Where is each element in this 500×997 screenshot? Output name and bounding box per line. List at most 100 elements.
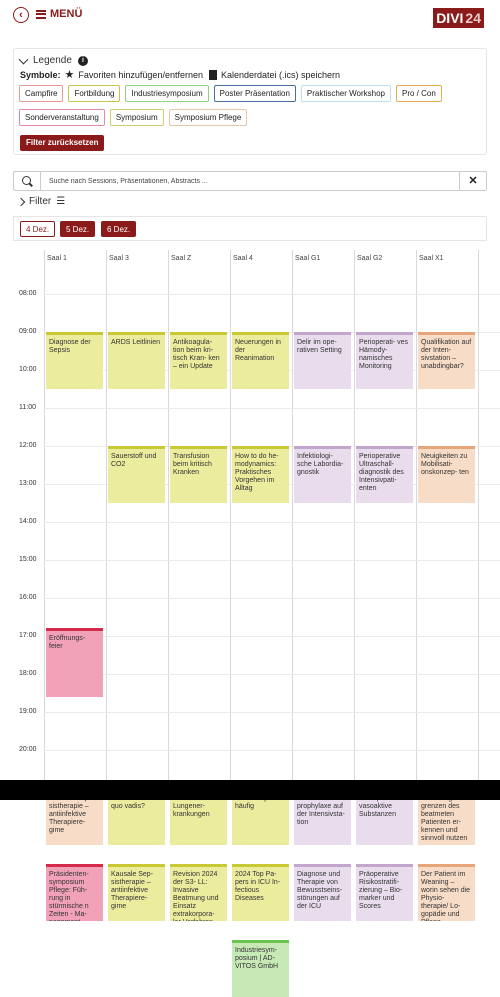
column-divider [44,250,45,780]
session-card[interactable]: Neuigkeiten zu Mobilisati- onskonzep- te… [418,446,475,503]
category-filter-symposium[interactable]: Symposium [109,109,164,126]
column-divider [230,250,231,780]
favorite-legend-text: Favoriten hinzufügen/entfernen [78,69,203,80]
room-header: Saal 1 [47,255,67,262]
search-bar: ✕ [13,171,487,191]
time-label: 17:00 [19,632,37,639]
session-card[interactable]: Qualifikation auf der Inten- sivstation … [418,332,475,389]
session-card[interactable]: 2024 Top Pa- pers in ICU In- fectious Di… [232,864,289,921]
room-header: Saal G1 [295,255,321,262]
chevron-down-icon [18,54,29,64]
hour-line [44,598,500,599]
category-filter-industriesymposium[interactable]: Industriesymposium [125,85,209,102]
info-icon[interactable]: i [77,55,88,66]
star-icon: ★ [64,69,75,81]
filter-label: Filter [29,196,52,207]
hour-line [44,750,500,751]
legend-title: Legende [33,55,72,66]
session-card[interactable]: Transfusion beim kritisch Kranken [170,446,227,503]
hamburger-icon [36,9,46,19]
legend-panel: Legende i Symbole: ★ Favoriten hinzufüge… [13,48,487,155]
hour-line [44,560,500,561]
time-label: 09:00 [19,328,37,335]
room-header: Saal Z [171,255,192,262]
time-label: 14:00 [19,518,37,525]
schedule-grid: Saal 1 Saal 3 Saal Z Saal 4 Saal G1 Saal G2 Sa… [0,250,500,997]
time-label: 15:00 [19,556,37,563]
session-card[interactable]: Der Patient im Weaning – worin sehen die… [418,864,475,921]
search-input[interactable] [41,172,459,190]
column-divider [292,250,293,780]
session-card[interactable]: Perioperative Ultraschall- diagnostik de… [356,446,413,503]
hour-line [44,636,500,637]
category-filter-pro-con[interactable]: Pro / Con [396,85,442,102]
logo-text: DIVI [433,8,466,28]
time-label: 20:00 [19,746,37,753]
category-filter-row-2: Sonderveranstaltung Symposium Symposium Pf… [19,109,248,126]
menu-button[interactable]: MENÜ [36,8,82,20]
session-card[interactable]: Delir im ope- rativen Setting [294,332,351,389]
session-card[interactable]: Eröffnungs- feier [46,628,103,697]
room-header: Saal X1 [419,255,444,262]
time-label: 11:00 [19,404,36,411]
session-card[interactable]: Präsidenten- symposium Pflege: Füh- rung… [46,864,103,921]
symbols-legend: Symbole: ★ Favoriten hinzufügen/entferne… [20,68,340,81]
column-divider [354,250,355,780]
session-card[interactable]: Neuerungen in der Reanimation [232,332,289,389]
session-card[interactable]: Revision 2024 der S3- LL: Invasive Beatm… [170,864,227,921]
hour-line [44,712,500,713]
legend-toggle[interactable]: Legende i [18,54,88,66]
day-selector: 4 Dez. 5 Dez. 6 Dez. [13,216,487,241]
day-tab-1[interactable]: 4 Dez. [20,221,56,237]
session-card[interactable]: Industriesym- posium | AD- VITOS GmbH [232,940,289,997]
session-card[interactable]: Diagnose der Sepsis [46,332,103,389]
session-card[interactable]: Perioperati- ves Hämody- namisches Monit… [356,332,413,389]
day-tab-3[interactable]: 6 Dez. [101,221,137,237]
top-bar: ‹ MENÜ DIVI 24 [0,0,500,34]
column-divider [478,250,479,780]
session-card[interactable]: Infektiologi- sche Labordia- gnostik [294,446,351,503]
back-icon[interactable]: ‹ [13,7,29,23]
time-label: 12:00 [19,442,37,449]
session-card[interactable]: How to do he- modynamics: Praktisches Vo… [232,446,289,503]
hour-line [44,408,500,409]
time-label: 13:00 [19,480,37,487]
session-card[interactable]: Antikoagula- tion beim kri- tisch Kran- … [170,332,227,389]
clear-search-icon[interactable]: ✕ [459,172,486,190]
reset-filter-button[interactable]: Filter zurücksetzen [20,135,105,151]
filter-toggle[interactable]: Filter ☰ [16,196,66,207]
room-header: Saal 3 [109,255,129,262]
menu-label: MENÜ [50,8,83,20]
category-filter-campfire[interactable]: Campfire [19,85,64,102]
room-header: Saal G2 [357,255,383,262]
calendar-legend-text: Kalenderdatei (.ics) speichern [220,69,341,80]
column-divider [106,250,107,780]
hour-line [44,522,500,523]
hour-line [44,294,500,295]
time-label: 10:00 [19,366,37,373]
sliders-icon: ☰ [56,196,66,207]
category-filter-fortbildung[interactable]: Fortbildung [68,85,121,102]
hour-line [44,674,500,675]
session-card[interactable]: ARDS Leitlinien [108,332,165,389]
logo-number: 24 [465,8,484,28]
time-label: 16:00 [19,594,37,601]
session-card[interactable]: Diagnose und Therapie von Bewusstseins- … [294,864,351,921]
chevron-right-icon [16,197,26,206]
category-filter-praktischer-workshop[interactable]: Praktischer Workshop [300,85,391,102]
room-header: Saal 4 [233,255,253,262]
time-label: 18:00 [19,670,37,677]
symbols-label: Symbole: [20,69,61,80]
column-divider [416,250,417,780]
divi24-logo[interactable]: DIVI 24 [433,8,484,28]
category-filter-row-1: Campfire Fortbildung Industriesymposium Pos… [19,85,442,102]
search-icon[interactable] [14,172,41,190]
session-card[interactable]: Präoperative Risikostratifi- zierung – B… [356,864,413,921]
session-card[interactable]: Sauerstoff und CO2 [108,446,165,503]
column-divider [168,250,169,780]
category-filter-symposium-pflege[interactable]: Symposium Pflege [168,109,248,126]
category-filter-sonderveranstaltung[interactable]: Sonderveranstaltung [19,109,105,126]
day-tab-2[interactable]: 5 Dez. [60,221,96,237]
category-filter-poster-präsentation[interactable]: Poster Präsentation [213,85,296,102]
session-card[interactable]: Kausale Sep- sistherapie – antiinfektive… [108,864,165,921]
